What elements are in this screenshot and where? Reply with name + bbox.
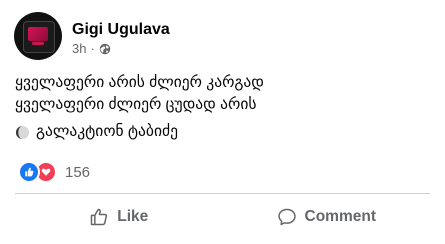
heart-icon [41, 168, 51, 176]
reaction-count: 156 [65, 163, 91, 181]
post-line-2: ყველაფერი ძლიერ ცუდად არის [15, 96, 257, 113]
post-meta: Gigi Ugulava 3h · [72, 20, 170, 58]
post-line-3: გალაკტიონ ტაბიძე [15, 121, 264, 143]
moon-icon [15, 125, 30, 139]
comment-button[interactable]: Comment [223, 197, 431, 237]
post-actions: Like Comment [15, 197, 430, 237]
post-header: Gigi Ugulava 3h · [14, 12, 170, 62]
avatar-logo-underline [32, 42, 44, 45]
like-label: Like [117, 208, 149, 225]
comment-icon [277, 208, 296, 226]
separator-dot: · [90, 41, 95, 56]
author-name[interactable]: Gigi Ugulava [72, 20, 170, 40]
avatar[interactable] [14, 12, 62, 60]
globe-icon[interactable] [99, 43, 111, 55]
facebook-post: Gigi Ugulava 3h · ყველაფერი არის ძლიერ კ… [0, 0, 445, 244]
post-text: ყველაფერი არის ძლიერ კარგად ყველაფერი ძლ… [15, 72, 264, 143]
like-icon [90, 208, 108, 226]
avatar-logo-mark [28, 27, 48, 41]
post-time[interactable]: 3h [72, 40, 86, 58]
post-line-3-text: გალაკტიონ ტაბიძე [36, 123, 178, 140]
post-line-1: ყველაფერი არის ძლიერ კარგად [15, 74, 264, 91]
like-reaction-icon [18, 161, 40, 183]
post-subline: 3h · [72, 40, 170, 58]
reactions-summary[interactable]: 156 [18, 161, 90, 183]
comment-label: Comment [304, 208, 376, 225]
like-button[interactable]: Like [15, 197, 223, 237]
thumbs-up-icon [25, 167, 34, 177]
divider [15, 193, 430, 194]
